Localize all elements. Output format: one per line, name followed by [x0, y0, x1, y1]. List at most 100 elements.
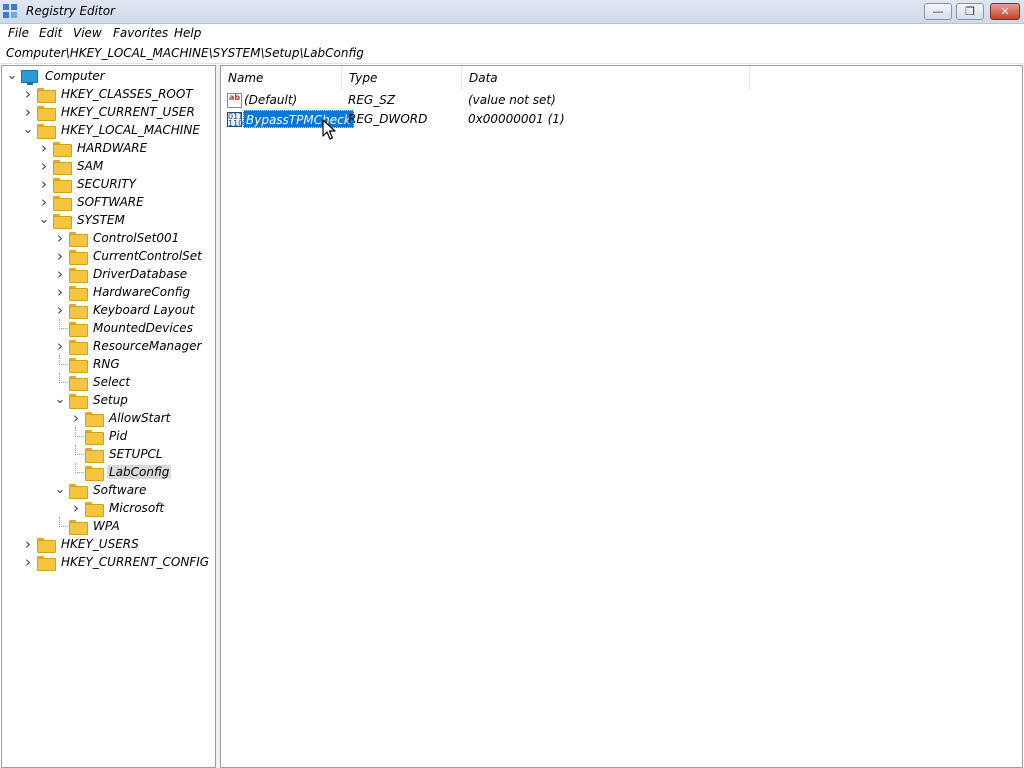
- tree-node-hkey-current-user[interactable]: › HKEY_CURRENT_USER: [22, 103, 197, 121]
- tree-node-label: HKEY_LOCAL_MACHINE: [61, 123, 200, 137]
- menu-view[interactable]: View: [73, 26, 102, 40]
- string-value-icon: ab: [227, 93, 242, 108]
- tree-node-keyboard-layout[interactable]: › Keyboard Layout: [54, 301, 196, 319]
- tree-node-label: CurrentControlSet: [93, 249, 202, 263]
- tree-node-hkey-current-config[interactable]: › HKEY_CURRENT_CONFIG: [22, 553, 211, 571]
- chevron-down-icon[interactable]: ⌄: [54, 483, 66, 496]
- folder-icon: [53, 159, 72, 175]
- tree-node-microsoft[interactable]: › Microsoft: [70, 499, 166, 517]
- tree-node-setupcl[interactable]: SETUPCL: [70, 445, 165, 463]
- chevron-right-icon[interactable]: ›: [38, 175, 50, 193]
- address-bar[interactable]: Computer\HKEY_LOCAL_MACHINE\SYSTEM\Setup…: [0, 43, 1024, 64]
- tree-node-hkey-users[interactable]: › HKEY_USERS: [22, 535, 141, 553]
- column-header-name[interactable]: Name: [221, 66, 342, 90]
- tree-node-security[interactable]: › SECURITY: [38, 175, 138, 193]
- tree-node-resourcemanager[interactable]: › ResourceManager: [54, 337, 203, 355]
- value-type: REG_SZ: [348, 93, 396, 107]
- tree-guide-line: [59, 328, 68, 329]
- chevron-right-icon[interactable]: ›: [38, 139, 50, 157]
- binary-value-icon: 011 110: [227, 112, 244, 128]
- value-name: (Default): [244, 93, 298, 107]
- folder-icon: [69, 519, 88, 535]
- tree-node-label: Select: [93, 375, 131, 389]
- menu-edit[interactable]: Edit: [39, 26, 62, 40]
- tree-node-labconfig[interactable]: LabConfig: [70, 463, 172, 481]
- key-tree[interactable]: ⌄ Computer › HKEY_CLASSES_ROOT › HKEY_CURRENT…: [1, 65, 216, 768]
- tree-node-software[interactable]: › SOFTWARE: [38, 193, 146, 211]
- folder-icon: [37, 87, 56, 103]
- folder-icon: [37, 105, 56, 121]
- tree-node-label: SETUPCL: [109, 447, 163, 461]
- tree-node-controlset001[interactable]: › ControlSet001: [54, 229, 181, 247]
- tree-guide-line: [75, 445, 76, 455]
- chevron-down-icon[interactable]: ⌄: [54, 393, 66, 406]
- registry-editor-icon: [3, 4, 17, 18]
- folder-icon: [53, 177, 72, 193]
- tree-guide-line: [75, 427, 76, 437]
- column-header-type[interactable]: Type: [342, 66, 462, 90]
- folder-icon: [69, 231, 88, 247]
- folder-icon: [53, 213, 72, 229]
- menu-favorites[interactable]: Favorites: [113, 26, 168, 40]
- restore-button[interactable]: ❐: [956, 3, 984, 20]
- chevron-right-icon[interactable]: ›: [22, 553, 34, 571]
- chevron-right-icon[interactable]: ›: [22, 103, 34, 121]
- close-icon: ✕: [1000, 5, 1010, 18]
- menu-help[interactable]: Help: [174, 26, 201, 40]
- folder-icon: [85, 411, 104, 427]
- tree-node-label: Software: [93, 483, 147, 497]
- tree-node-hkey-local-machine[interactable]: ⌄ HKEY_LOCAL_MACHINE: [22, 121, 202, 139]
- tree-node-label: HARDWARE: [77, 141, 148, 155]
- close-button[interactable]: ✕: [990, 3, 1020, 20]
- title-bar: Registry Editor — ❐ ✕: [0, 0, 1024, 24]
- tree-node-hkey-classes-root[interactable]: › HKEY_CLASSES_ROOT: [22, 85, 195, 103]
- tree-node-allowstart[interactable]: › AllowStart: [70, 409, 172, 427]
- tree-node-computer[interactable]: ⌄ Computer: [6, 67, 107, 85]
- mouse-cursor-icon: [322, 119, 336, 140]
- chevron-right-icon[interactable]: ›: [70, 409, 82, 427]
- value-data: (value not set): [468, 93, 556, 107]
- tree-node-label: SECURITY: [77, 177, 136, 191]
- tree-guide-line: [59, 319, 60, 329]
- minimize-icon: —: [932, 5, 944, 18]
- value-row-bypasstpmcheck[interactable]: 011 110 BypassTPMCheck REG_DWORD 0x00000…: [221, 110, 821, 129]
- folder-icon: [37, 537, 56, 553]
- tree-node-setup[interactable]: ⌄ Setup: [54, 391, 130, 409]
- chevron-right-icon[interactable]: ›: [54, 337, 66, 355]
- tree-node-label: DriverDatabase: [93, 267, 188, 281]
- chevron-right-icon[interactable]: ›: [54, 265, 66, 283]
- minimize-button[interactable]: —: [924, 3, 952, 20]
- chevron-right-icon[interactable]: ›: [70, 499, 82, 517]
- tree-node-sam[interactable]: › SAM: [38, 157, 105, 175]
- tree-guide-line: [59, 364, 68, 365]
- values-list[interactable]: Name Type Data ab (Default) REG_SZ (valu…: [220, 65, 1023, 768]
- menu-bar: File Edit View Favorites Help: [0, 24, 1024, 43]
- menu-file[interactable]: File: [8, 26, 29, 40]
- tree-node-label: Pid: [109, 429, 128, 443]
- tree-node-system[interactable]: ⌄ SYSTEM: [38, 211, 127, 229]
- tree-node-mounteddevices[interactable]: MountedDevices: [54, 319, 195, 337]
- tree-node-driverdatabase[interactable]: › DriverDatabase: [54, 265, 189, 283]
- chevron-right-icon[interactable]: ›: [38, 157, 50, 175]
- chevron-right-icon[interactable]: ›: [54, 301, 66, 319]
- chevron-right-icon[interactable]: ›: [54, 229, 66, 247]
- column-header-data[interactable]: Data: [462, 66, 750, 90]
- chevron-down-icon[interactable]: ⌄: [6, 69, 18, 82]
- folder-icon: [53, 195, 72, 211]
- chevron-right-icon[interactable]: ›: [22, 535, 34, 553]
- computer-icon: [21, 69, 38, 85]
- tree-node-currentcontrolset[interactable]: › CurrentControlSet: [54, 247, 204, 265]
- tree-node-label: WPA: [93, 519, 120, 533]
- tree-node-hardwareconfig[interactable]: › HardwareConfig: [54, 283, 192, 301]
- chevron-right-icon[interactable]: ›: [38, 193, 50, 211]
- chevron-down-icon[interactable]: ⌄: [38, 213, 50, 226]
- chevron-right-icon[interactable]: ›: [22, 85, 34, 103]
- folder-icon: [69, 321, 88, 337]
- tree-node-hardware[interactable]: › HARDWARE: [38, 139, 149, 157]
- value-row-default[interactable]: ab (Default) REG_SZ (value not set): [221, 91, 821, 110]
- chevron-down-icon[interactable]: ⌄: [22, 123, 34, 136]
- chevron-right-icon[interactable]: ›: [54, 247, 66, 265]
- chevron-right-icon[interactable]: ›: [54, 283, 66, 301]
- tree-node-software[interactable]: ⌄ Software: [54, 481, 148, 499]
- address-path[interactable]: Computer\HKEY_LOCAL_MACHINE\SYSTEM\Setup…: [6, 46, 364, 60]
